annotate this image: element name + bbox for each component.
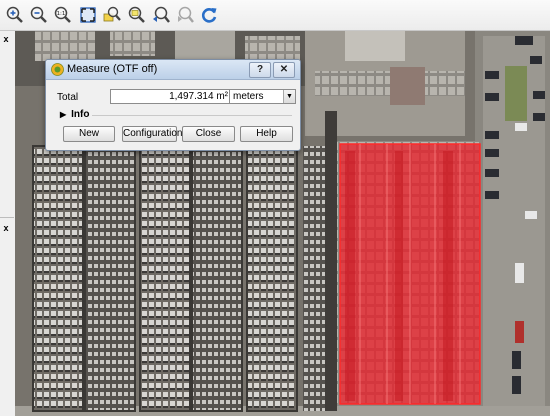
zoom-in-icon[interactable] [5, 5, 25, 25]
info-toggle[interactable]: ▶ Info [60, 109, 89, 120]
zoom-to-layer-icon[interactable] [102, 5, 122, 25]
units-selected: meters [233, 91, 264, 102]
zoom-last-icon[interactable] [151, 5, 171, 25]
zoom-to-selection-icon[interactable] [126, 5, 146, 25]
units-dropdown[interactable]: meters ▼ [229, 89, 296, 104]
info-divider [92, 115, 292, 116]
close-icon[interactable]: ✕ [273, 62, 295, 78]
close-button[interactable]: Close [182, 126, 235, 142]
zoom-full-icon[interactable] [78, 5, 98, 25]
total-label: Total [57, 92, 79, 103]
info-label: Info [71, 109, 90, 120]
dialog-titlebar[interactable]: Measure (OTF off) ? ✕ [46, 60, 300, 80]
help-button[interactable]: Help [240, 126, 293, 142]
new-button[interactable]: New [63, 126, 115, 142]
refresh-icon[interactable] [199, 5, 219, 25]
panel-divider [0, 217, 14, 218]
panel-close-icon-2[interactable]: x [1, 223, 11, 233]
dialog-title: Measure (OTF off) [67, 63, 158, 75]
measure-dialog: Measure (OTF off) ? ✕ Total 1,497.314 m²… [45, 59, 301, 151]
map-navigation-toolbar: 1:1 [0, 0, 550, 31]
zoom-out-icon[interactable] [29, 5, 49, 25]
expand-arrow-icon: ▶ [60, 110, 67, 119]
panel-close-icon[interactable]: x [1, 34, 11, 44]
qgis-logo-icon [51, 63, 64, 76]
zoom-next-icon[interactable] [175, 5, 195, 25]
total-value-field[interactable]: 1,497.314 m² [110, 89, 231, 104]
zoom-native-label: 1:1 [57, 11, 66, 17]
configuration-button[interactable]: Configuration [122, 126, 182, 142]
zoom-native-icon[interactable]: 1:1 [53, 5, 73, 25]
chevron-down-icon[interactable]: ▼ [283, 90, 295, 103]
help-button-titlebar[interactable]: ? [249, 62, 271, 78]
left-dock-panel: x x [0, 31, 16, 416]
